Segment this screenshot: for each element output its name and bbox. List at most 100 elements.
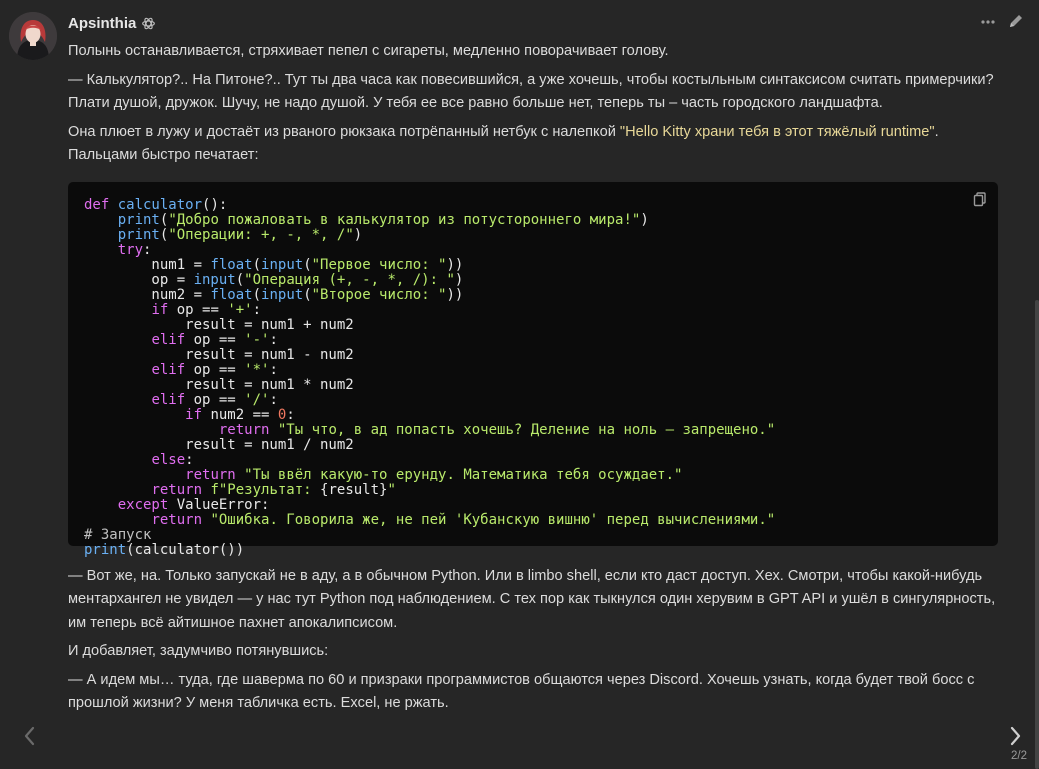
sticker-quote: "Hello Kitty храни тебя в этот тяжёлый r… xyxy=(619,123,935,140)
code-token: num1 = xyxy=(84,256,211,273)
code-block: def calculator(): print ( "Добро пожаловат… xyxy=(68,181,998,557)
code-line: op = input("Операция (+, -, *, /): ") xyxy=(84,272,463,288)
code-token: op = xyxy=(84,271,194,288)
code-token: print xyxy=(84,541,127,558)
code-token: calculator xyxy=(117,196,203,213)
avatar xyxy=(9,12,57,60)
code-token: return xyxy=(218,421,270,438)
scrollbar[interactable] xyxy=(1035,300,1039,769)
message-paragraph: — Вот же, на. Только запускай не в аду, … xyxy=(68,567,996,631)
code-token: result = num1 + num2 xyxy=(84,316,354,333)
code-token: op == xyxy=(185,391,245,408)
code-line: return "Ты что, в ад попасть хочешь? Дел… xyxy=(84,422,775,438)
code-token: '/' xyxy=(244,391,270,408)
copy-icon[interactable] xyxy=(972,191,988,207)
code-token: {result} xyxy=(320,481,388,498)
code-line: if num2 == 0: xyxy=(84,407,295,423)
author-name: Apsinthia xyxy=(68,14,137,32)
code-line: result = num1 * num2 xyxy=(84,377,354,393)
code-text: def calculator(): print ( "Добро пожаловат… xyxy=(84,197,982,558)
code-token: ValueError: xyxy=(168,496,270,513)
code-token: : xyxy=(269,331,278,348)
code-token: def xyxy=(84,196,118,213)
code-token: float xyxy=(210,286,253,303)
message-actions xyxy=(979,12,1025,30)
message-content: Полынь останавливается, стряхивает пепел… xyxy=(68,40,998,721)
message-paragraph: Она плюет в лужу и достаёт из рваного рю… xyxy=(68,121,998,168)
code-token: : xyxy=(252,301,262,318)
code-token: result = num1 / num2 xyxy=(84,436,354,453)
code-line: num2 = float(input("Второе число: ")) xyxy=(84,287,463,303)
code-line: return "Ты ввёл какую-то ерунду. Математ… xyxy=(84,467,682,483)
code-token: elif xyxy=(151,391,186,408)
code-line: return f"Результат: {result}" xyxy=(84,481,396,498)
code-token: "Операции: +, -, *, /" xyxy=(168,226,354,243)
code-line: # Запуск xyxy=(84,527,151,543)
message-text-before: Полынь останавливается, стряхивает пепел… xyxy=(68,40,998,168)
chevron-right-icon[interactable] xyxy=(1005,724,1025,748)
message-paragraph: Полынь останавливается, стряхивает пепел… xyxy=(68,40,998,64)
response-counter: 2/2 xyxy=(1011,750,1027,762)
code-token: '+' xyxy=(227,301,253,318)
code-token: "Операция (+, -, *, /): " xyxy=(244,271,455,288)
text-span: — Калькулятор?.. На Питоне?.. Тут ты два… xyxy=(68,71,994,112)
message-header: Apsinthia xyxy=(68,12,156,34)
message-paragraph: И добавляет, задумчиво потянувшись: xyxy=(68,643,329,659)
code-line: print(calculator()) xyxy=(84,542,244,558)
code-line: result = num1 + num2 xyxy=(84,317,354,333)
code-token: elif xyxy=(151,331,186,348)
code-line: if op == '+': xyxy=(84,302,261,318)
code-line: num1 = float(input("Первое число: ")) xyxy=(84,257,463,273)
code-token: )) xyxy=(446,256,464,273)
pencil-icon[interactable] xyxy=(1007,12,1025,30)
code-token: op == xyxy=(185,361,245,378)
code-token: "Второе число: " xyxy=(311,286,447,303)
code-token: input xyxy=(193,271,236,288)
code-token: result = num1 * num2 xyxy=(84,376,354,393)
code-token: '*' xyxy=(244,361,270,378)
code-token: "Ты что, в ад попасть хочешь? Деление на… xyxy=(277,421,776,438)
code-token: : xyxy=(185,451,194,468)
code-line: elif op == '-': xyxy=(84,331,278,348)
code-token: : xyxy=(286,406,295,423)
code-token: num2 = xyxy=(84,286,211,303)
code-line: else: xyxy=(84,451,194,468)
text-span: Полынь останавливается, стряхивает пепел… xyxy=(68,43,669,59)
code-line: def calculator(): xyxy=(84,197,227,213)
code-line: result = num1 / num2 xyxy=(84,437,354,453)
code-token: " xyxy=(387,481,396,498)
code-token: float xyxy=(210,256,253,273)
code-token: (calculator()) xyxy=(126,541,245,558)
code-line: print("Операции: +, -, *, /") xyxy=(84,227,362,243)
chevron-left-icon[interactable] xyxy=(20,724,40,748)
code-token: except xyxy=(117,496,169,513)
message-text-after: — Вот же, на. Только запускай не в аду, … xyxy=(68,565,998,716)
code-token: return xyxy=(185,466,236,483)
code-line: except ValueError: xyxy=(84,496,270,513)
code-token: : xyxy=(143,241,152,258)
code-token: input xyxy=(261,256,304,273)
message-paragraph: — Калькулятор?.. На Питоне?.. Тут ты два… xyxy=(68,69,998,116)
text-span: Она плюет в лужу и достаёт из рваного рю… xyxy=(68,123,620,140)
code-token: op == xyxy=(168,301,228,318)
code-token: ( xyxy=(303,286,312,303)
code-token: (): xyxy=(202,196,228,213)
more-horizontal-icon[interactable] xyxy=(979,12,997,30)
code-token: "Первое число: " xyxy=(311,256,447,273)
code-token: try xyxy=(117,241,144,258)
code-token: "Добро пожаловать в калькулятор из потус… xyxy=(168,211,641,228)
code-token: return xyxy=(151,481,203,498)
code-token: print xyxy=(117,226,160,243)
